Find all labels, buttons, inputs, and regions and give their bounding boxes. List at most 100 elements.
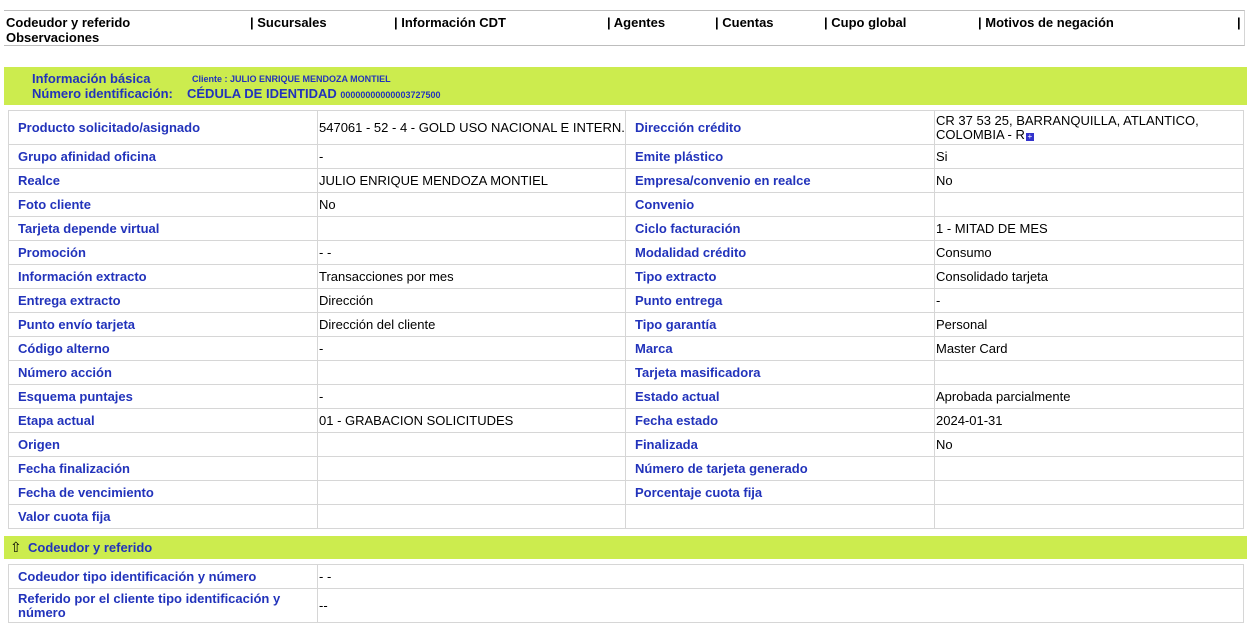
table-row: Etapa actual 01 - GRABACION SOLICITUDES Fe…	[8, 408, 1244, 433]
basic-info-table: Producto solicitado/asignado 547061 - 52 …	[8, 110, 1244, 529]
field-value: Si	[934, 144, 1244, 169]
table-row: Punto envío tarjeta Dirección del cliente…	[8, 312, 1244, 337]
field-value: No	[934, 168, 1244, 193]
table-row: Valor cuota fija	[8, 504, 1244, 529]
table-row: Número acción Tarjeta masificadora	[8, 360, 1244, 385]
table-row: Realce JULIO ENRIQUE MENDOZA MONTIEL Empre…	[8, 168, 1244, 193]
codeudor-section-header[interactable]: ⇧ Codeudor y referido	[4, 536, 1247, 559]
table-row: Grupo afinidad oficina - Emite plástico Si	[8, 144, 1244, 169]
field-label: Punto entrega	[625, 288, 935, 313]
field-value: Master Card	[934, 336, 1244, 361]
table-row: Información extracto Transacciones por m…	[8, 264, 1244, 289]
field-value: JULIO ENRIQUE MENDOZA MONTIEL	[317, 168, 626, 193]
field-value	[934, 192, 1244, 217]
codeudor-section-title: Codeudor y referido	[28, 540, 153, 555]
table-row: Fecha finalización Número de tarjeta gene…	[8, 456, 1244, 481]
field-label: Tipo garantía	[625, 312, 935, 337]
nav-separator: |	[1237, 15, 1241, 30]
field-value: 2024-01-31	[934, 408, 1244, 433]
tab-sucursales[interactable]: | Sucursales	[250, 15, 327, 30]
field-value: - -	[317, 240, 626, 265]
tab-informacion-cdt[interactable]: | Información CDT	[394, 15, 506, 30]
client-name: Cliente : JULIO ENRIQUE MENDOZA MONTIEL	[192, 74, 391, 84]
table-row: Promoción - - Modalidad crédito Consumo	[8, 240, 1244, 265]
field-value: 01 - GRABACION SOLICITUDES	[317, 408, 626, 433]
tab-agentes[interactable]: | Agentes	[607, 15, 665, 30]
field-value	[934, 456, 1244, 481]
field-label: Producto solicitado/asignado	[8, 110, 318, 145]
tab-motivos-negacion[interactable]: | Motivos de negación	[978, 15, 1114, 30]
field-label: Empresa/convenio en realce	[625, 168, 935, 193]
field-label: Fecha de vencimiento	[8, 480, 318, 505]
field-value: -	[317, 384, 626, 409]
table-row: Entrega extracto Dirección Punto entrega -	[8, 288, 1244, 313]
field-label: Grupo afinidad oficina	[8, 144, 318, 169]
field-value: Aprobada parcialmente	[934, 384, 1244, 409]
field-label: Promoción	[8, 240, 318, 265]
field-value: --	[317, 588, 1244, 623]
field-value: -	[317, 144, 626, 169]
tab-cuentas[interactable]: | Cuentas	[715, 15, 774, 30]
table-row: Codeudor tipo identificación y número - …	[8, 564, 1244, 589]
field-label: Realce	[8, 168, 318, 193]
field-value-text: CR 37 53 25, BARRANQUILLA, ATLANTICO, CO…	[936, 112, 1199, 142]
field-value: Transacciones por mes	[317, 264, 626, 289]
tab-navigation-bar: Codeudor y referido | Sucursales | Infor…	[4, 10, 1245, 46]
field-label: Tarjeta depende virtual	[8, 216, 318, 241]
field-label: Estado actual	[625, 384, 935, 409]
table-row: Foto cliente No Convenio	[8, 192, 1244, 217]
field-label: Esquema puntajes	[8, 384, 318, 409]
id-number: 00000000000003727500	[340, 90, 441, 100]
field-label: Modalidad crédito	[625, 240, 935, 265]
field-label	[625, 504, 935, 529]
field-label: Tipo extracto	[625, 264, 935, 289]
field-label: Origen	[8, 432, 318, 457]
field-label: Dirección crédito	[625, 110, 935, 145]
table-row: Fecha de vencimiento Porcentaje cuota fij…	[8, 480, 1244, 505]
expand-address-icon[interactable]: +	[1025, 132, 1034, 141]
tab-observaciones[interactable]: Observaciones	[6, 30, 99, 45]
id-label: Número identificación:	[32, 86, 173, 101]
field-label: Convenio	[625, 192, 935, 217]
field-value: Consolidado tarjeta	[934, 264, 1244, 289]
field-value: Dirección del cliente	[317, 312, 626, 337]
field-label: Referido por el cliente tipo identificac…	[8, 588, 318, 623]
field-value	[934, 480, 1244, 505]
field-value	[934, 504, 1244, 529]
field-value: - -	[317, 564, 1244, 589]
field-value: -	[317, 336, 626, 361]
field-value: -	[934, 288, 1244, 313]
field-value: 1 - MITAD DE MES	[934, 216, 1244, 241]
field-value	[317, 432, 626, 457]
id-value: CÉDULA DE IDENTIDAD 00000000000003727500	[187, 86, 440, 101]
field-label: Foto cliente	[8, 192, 318, 217]
field-value: 547061 - 52 - 4 - GOLD USO NACIONAL E IN…	[317, 110, 626, 145]
field-value: CR 37 53 25, BARRANQUILLA, ATLANTICO, CO…	[934, 110, 1244, 145]
field-label: Emite plástico	[625, 144, 935, 169]
field-value: Personal	[934, 312, 1244, 337]
tab-cupo-global[interactable]: | Cupo global	[824, 15, 906, 30]
field-value	[317, 216, 626, 241]
table-row: Esquema puntajes - Estado actual Aprobada p…	[8, 384, 1244, 409]
basic-info-banner: Información básica Cliente : JULIO ENRIQ…	[4, 67, 1247, 105]
field-value: Dirección	[317, 288, 626, 313]
field-label: Valor cuota fija	[8, 504, 318, 529]
field-label: Porcentaje cuota fija	[625, 480, 935, 505]
table-row: Origen Finalizada No	[8, 432, 1244, 457]
field-value	[317, 504, 626, 529]
field-label: Tarjeta masificadora	[625, 360, 935, 385]
section-title: Información básica	[32, 71, 151, 86]
field-label: Información extracto	[8, 264, 318, 289]
field-label: Punto envío tarjeta	[8, 312, 318, 337]
field-label: Etapa actual	[8, 408, 318, 433]
field-value	[317, 360, 626, 385]
tab-codeudor-referido[interactable]: Codeudor y referido	[6, 15, 130, 30]
field-value	[317, 456, 626, 481]
codeudor-table: Codeudor tipo identificación y número - …	[8, 564, 1244, 623]
field-value: Consumo	[934, 240, 1244, 265]
field-value: No	[934, 432, 1244, 457]
arrow-up-icon[interactable]: ⇧	[10, 539, 22, 556]
field-label: Marca	[625, 336, 935, 361]
id-type: CÉDULA DE IDENTIDAD	[187, 86, 337, 101]
field-label: Finalizada	[625, 432, 935, 457]
